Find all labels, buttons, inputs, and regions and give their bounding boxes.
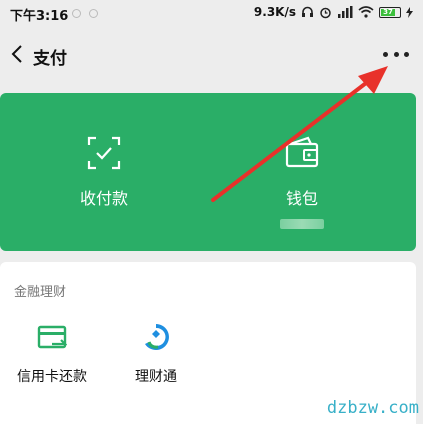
alarm-icon	[320, 7, 331, 18]
wallet-balance-blurred	[280, 219, 324, 229]
headphone-icon	[302, 6, 313, 17]
wifi-icon	[358, 6, 374, 18]
chevron-left-icon[interactable]	[6, 42, 30, 66]
section-title: 金融理财	[14, 285, 67, 300]
scan-check-icon	[87, 136, 121, 170]
battery-icon: 37	[379, 6, 401, 18]
service-label: 理财通	[135, 369, 177, 385]
notification-icon	[72, 9, 81, 18]
tile-label: 钱包	[285, 189, 318, 208]
network-speed: 9.3K/s	[253, 5, 296, 19]
wealth-icon	[145, 324, 169, 350]
wallet-icon	[285, 136, 319, 168]
service-wealth[interactable]: 理财通	[110, 322, 202, 386]
status-bar: 下午3:16 9.3K/s 37	[0, 0, 423, 28]
service-credit-card-repay[interactable]: 信用卡还款	[6, 322, 98, 386]
signal-icon	[338, 6, 353, 18]
payment-card: 收付款 钱包	[0, 93, 416, 251]
credit-card-icon	[37, 325, 67, 349]
notification-icon	[89, 9, 98, 18]
notification-icons	[72, 9, 98, 18]
tile-receive-pay[interactable]: 收付款	[0, 93, 208, 251]
tile-wallet[interactable]: 钱包	[198, 93, 406, 251]
page-title: 支付	[33, 49, 67, 69]
charging-icon	[406, 6, 413, 18]
tile-label: 收付款	[79, 189, 128, 208]
status-time: 下午3:16	[10, 9, 69, 24]
status-indicators: 9.3K/s 37	[254, 5, 413, 19]
more-dots-icon[interactable]	[383, 44, 409, 64]
watermark: dzbzw.com	[326, 398, 419, 418]
service-label: 信用卡还款	[17, 369, 87, 385]
nav-bar: 支付	[0, 28, 423, 84]
